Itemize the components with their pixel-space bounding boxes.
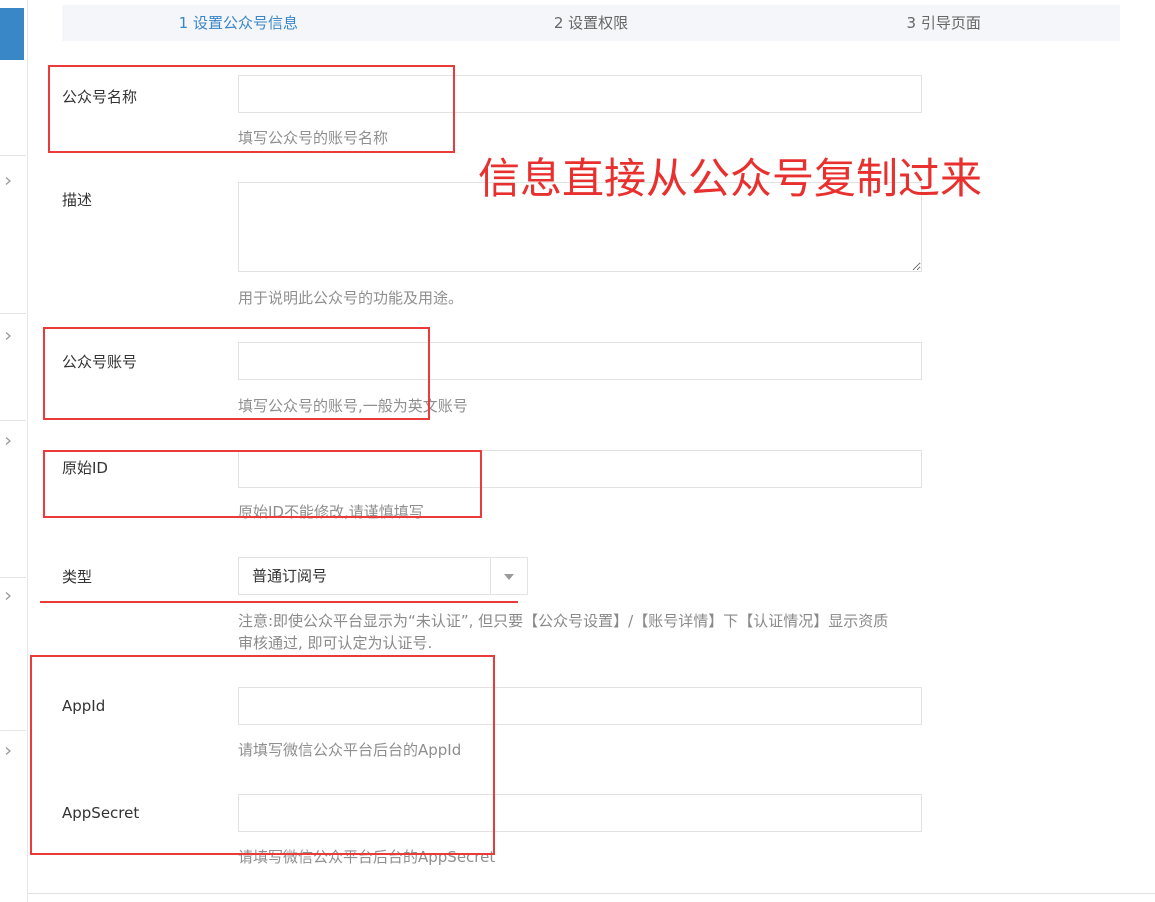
chevron-right-icon[interactable] [4,436,12,446]
app-secret-help: 请填写微信公众平台后台的AppSecret [238,848,496,866]
step-2-permissions[interactable]: 2 设置权限 [415,5,768,41]
type-note-line: 注意:即使公众平台显示为“未认证”, 但只要【公众号设置】/【账号详情】下【认证… [238,612,889,630]
account-label: 公众号账号 [62,353,138,371]
sidebar-border [27,0,28,902]
chevron-right-icon[interactable] [4,331,12,341]
chevron-right-icon[interactable] [4,591,12,601]
chevron-right-icon[interactable] [4,176,12,186]
sidebar-divider [0,420,26,421]
annotation-note: 信息直接从公众号复制过来 [478,154,983,203]
original-id-input[interactable] [238,450,922,488]
account-input[interactable] [238,342,922,380]
sidebar-divider [0,730,26,731]
app-secret-label: AppSecret [62,804,140,822]
account-name-label: 公众号名称 [62,88,138,106]
type-label: 类型 [62,568,93,586]
account-name-input[interactable] [238,75,922,113]
chevron-right-icon[interactable] [4,746,12,756]
step-3-guide-page[interactable]: 3 引导页面 [767,5,1120,41]
sidebar-divider [0,577,26,578]
app-id-input[interactable] [238,687,922,725]
account-help: 填写公众号的账号,一般为英文账号 [238,397,468,415]
app-secret-input[interactable] [238,794,922,832]
caret-down-icon[interactable] [504,574,514,580]
sidebar-divider [0,313,26,314]
description-label: 描述 [62,191,93,209]
app-id-help: 请填写微信公众平台后台的AppId [238,741,462,759]
original-id-help: 原始ID不能修改,请谨慎填写 [238,503,424,521]
select-divider [490,558,491,594]
type-select[interactable]: 普通订阅号 [238,557,528,595]
annotation-underline-type [40,601,518,603]
sidebar-divider [0,155,26,156]
step-progress-bar: 1 设置公众号信息 2 设置权限 3 引导页面 [62,5,1120,41]
description-help: 用于说明此公众号的功能及用途。 [238,289,464,307]
account-name-help: 填写公众号的账号名称 [238,129,389,147]
app-id-label: AppId [62,697,106,715]
type-select-value: 普通订阅号 [252,567,328,585]
type-note-line: 审核通过, 即可认定为认证号. [238,634,433,652]
footer-divider [27,893,1155,894]
step-1-account-info[interactable]: 1 设置公众号信息 [62,5,415,41]
sidebar-active-indicator[interactable] [0,8,24,60]
original-id-label: 原始ID [62,459,108,477]
